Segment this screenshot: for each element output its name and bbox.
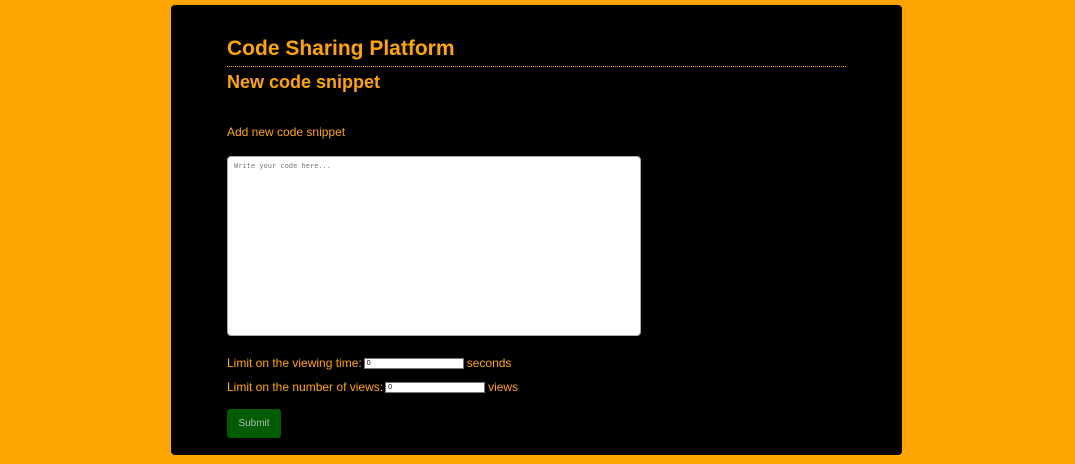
main-panel: Code Sharing Platform New code snippet A… xyxy=(171,5,902,455)
time-limit-input[interactable] xyxy=(363,357,464,369)
title-divider xyxy=(227,66,846,67)
code-input[interactable] xyxy=(227,156,641,336)
submit-button[interactable]: Submit xyxy=(227,409,281,438)
page-title: New code snippet xyxy=(227,72,381,92)
views-limit-input[interactable] xyxy=(385,381,486,393)
form-label: Add new code snippet xyxy=(227,125,346,139)
time-limit-unit: seconds xyxy=(466,356,512,370)
views-limit-unit: views xyxy=(488,380,519,394)
time-limit-label: Limit on the viewing time: xyxy=(227,356,362,370)
app-title: Code Sharing Platform xyxy=(227,37,455,60)
views-limit-label: Limit on the number of views: xyxy=(227,380,384,394)
time-limit-row: Limit on the viewing time: seconds xyxy=(227,356,511,370)
views-limit-row: Limit on the number of views: views xyxy=(227,380,518,394)
